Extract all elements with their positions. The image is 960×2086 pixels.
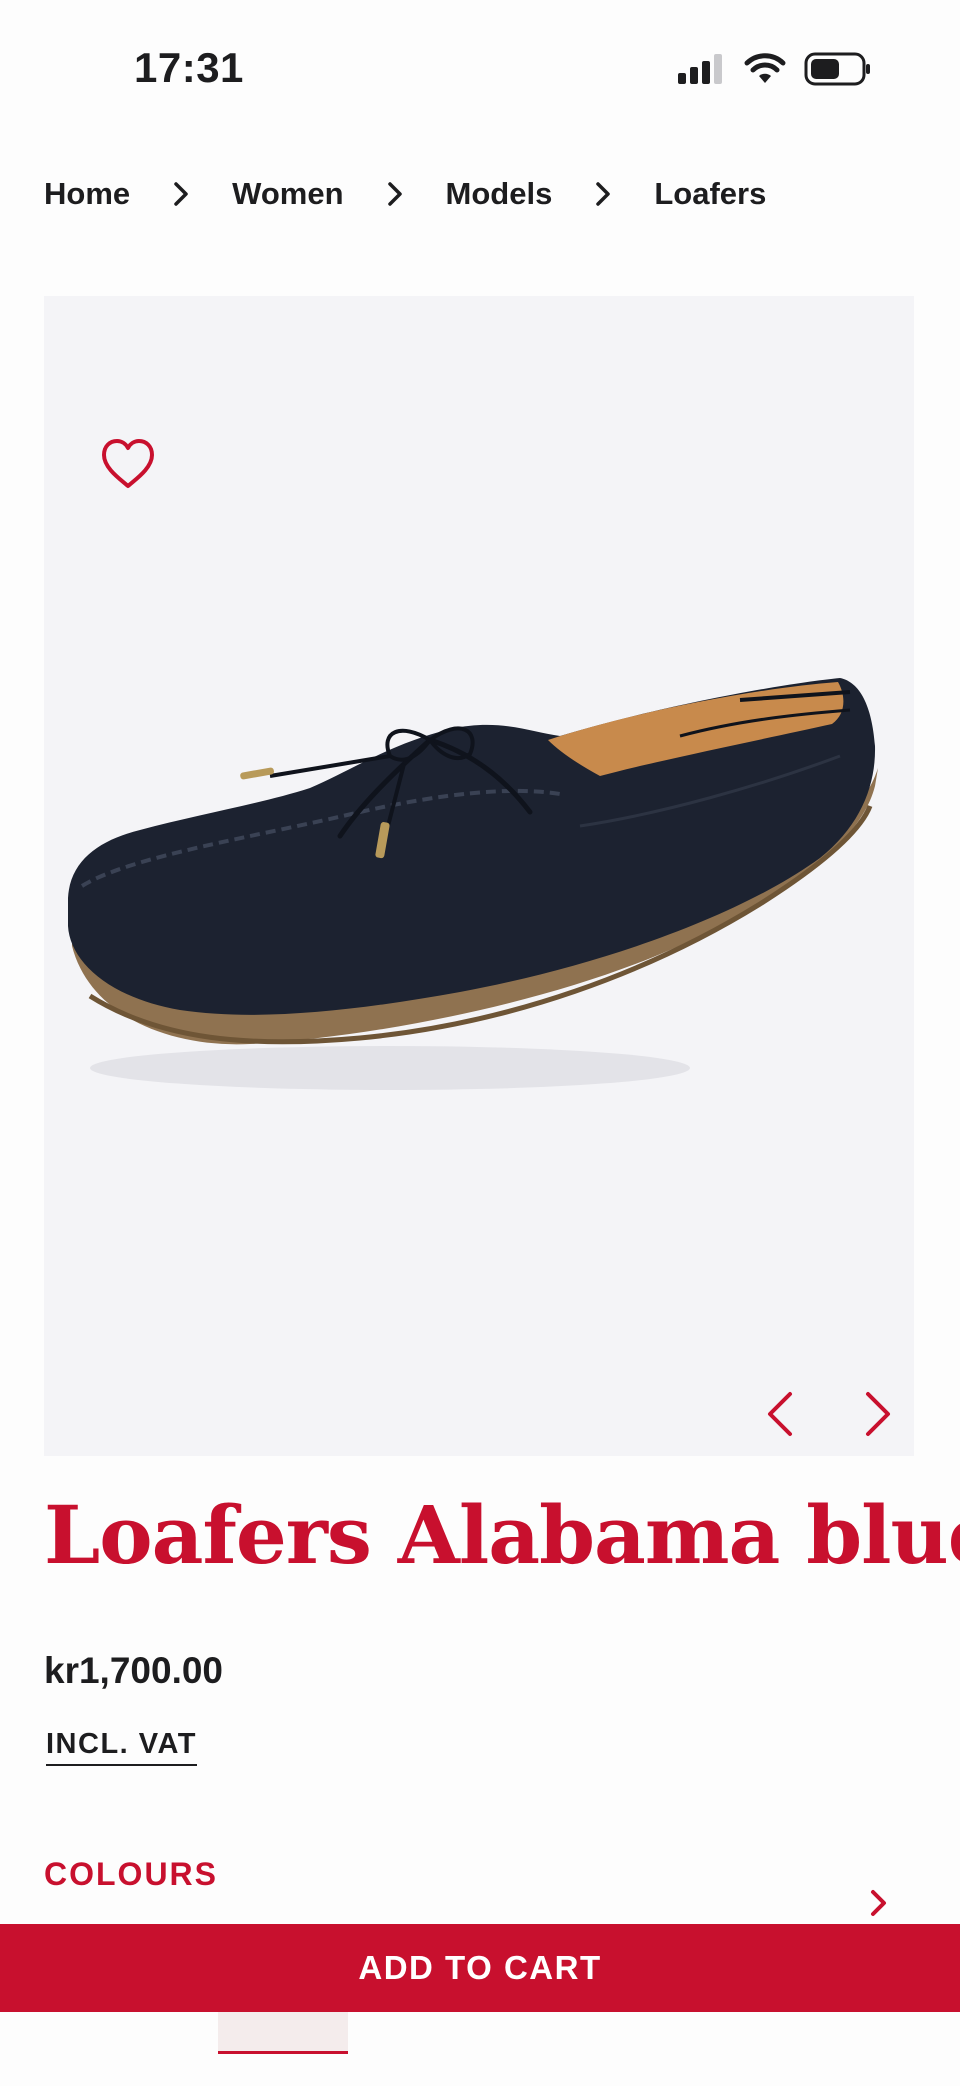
product-price: kr1,700.00	[44, 1650, 224, 1691]
colour-swatch-selected[interactable]	[218, 2008, 348, 2054]
breadcrumb-home[interactable]: Home	[44, 176, 130, 212]
colours-label: COLOURS	[44, 1856, 218, 1892]
status-time: 17:31	[134, 44, 244, 91]
status-icons	[678, 52, 872, 86]
breadcrumb-women[interactable]: Women	[232, 176, 343, 212]
breadcrumb-loafers[interactable]: Loafers	[654, 176, 766, 212]
battery-icon	[804, 52, 870, 86]
status-bar: 17:31	[0, 0, 960, 140]
chevron-left-icon[interactable]	[756, 1386, 804, 1442]
wifi-icon	[744, 53, 786, 83]
heart-icon[interactable]	[98, 436, 158, 492]
breadcrumb-models[interactable]: Models	[446, 176, 553, 212]
chevron-right-icon	[170, 180, 192, 208]
chevron-right-icon[interactable]	[868, 1886, 890, 1920]
breadcrumb: Home Women Models Loafers	[44, 176, 766, 212]
add-to-cart-button[interactable]: ADD TO CART	[0, 1924, 960, 2012]
product-title: Loafers Alabama blue	[44, 1488, 960, 1582]
vat-link[interactable]: INCL. VAT	[46, 1728, 197, 1766]
cellular-signal-icon	[678, 54, 722, 84]
chevron-right-icon[interactable]	[854, 1386, 902, 1442]
chevron-right-icon	[384, 180, 406, 208]
product-image	[68, 678, 878, 1090]
chevron-right-icon	[592, 180, 614, 208]
product-gallery[interactable]	[44, 296, 914, 1456]
